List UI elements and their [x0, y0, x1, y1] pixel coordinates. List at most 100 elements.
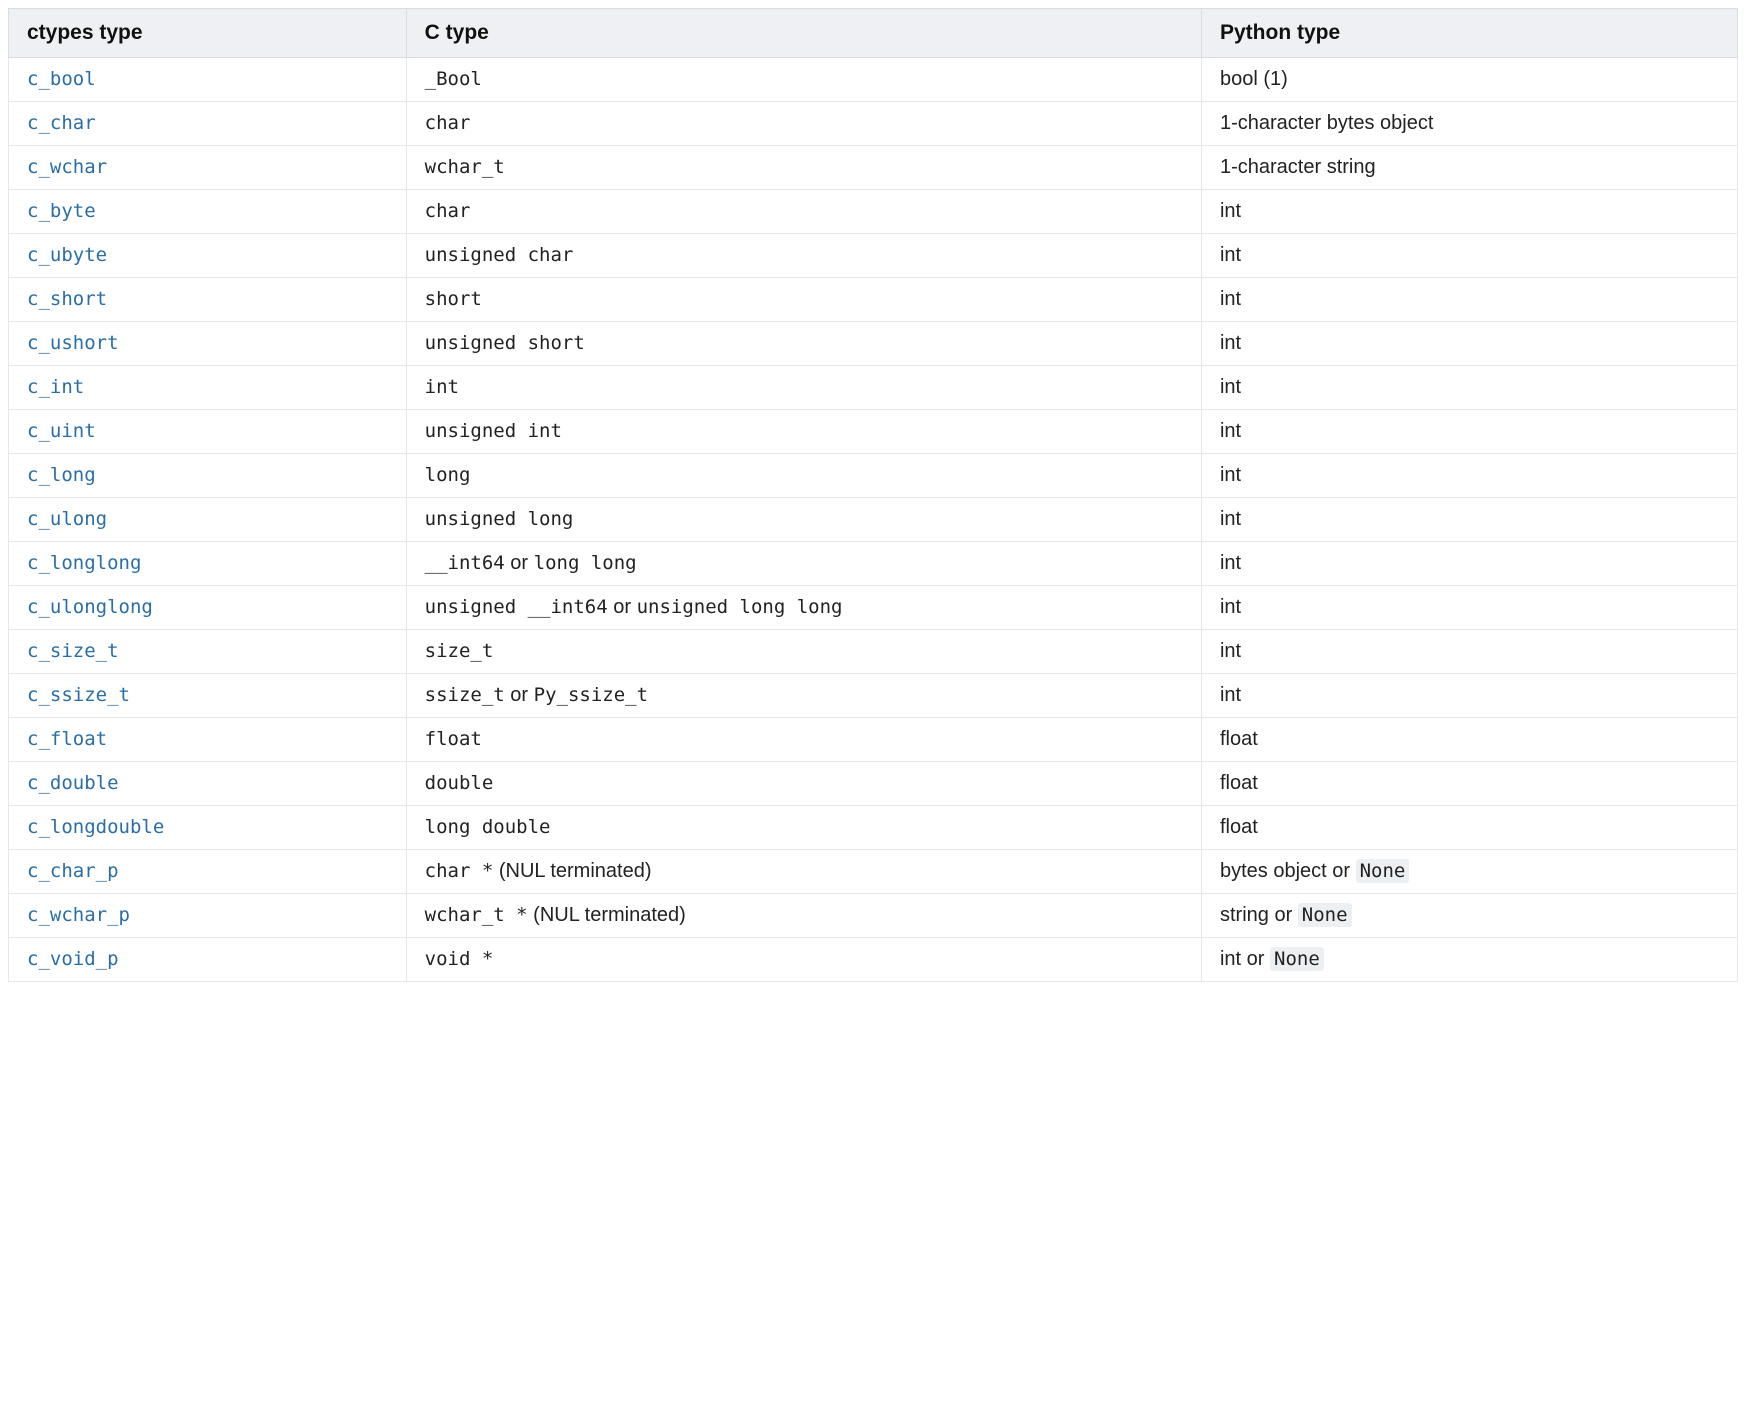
ctypes-type-link[interactable]: c_byte — [27, 200, 96, 222]
cell-python-type: int — [1201, 410, 1737, 454]
ctypes-type-link[interactable]: c_char — [27, 112, 96, 134]
cell-ctypes-type: c_double — [9, 762, 407, 806]
c-type-code: float — [425, 728, 482, 750]
cell-c-type: wchar_t — [406, 146, 1201, 190]
cell-ctypes-type: c_char_p — [9, 850, 407, 894]
c-type-code: __int64 — [425, 552, 505, 574]
c-type-code: unsigned char — [425, 244, 574, 266]
c-type-code: short — [425, 288, 482, 310]
table-row: c_void_p void * int or None — [9, 938, 1738, 982]
ctypes-type-link[interactable]: c_float — [27, 728, 107, 750]
cell-ctypes-type: c_size_t — [9, 630, 407, 674]
ctypes-type-link[interactable]: c_int — [27, 376, 84, 398]
ctypes-type-link[interactable]: c_long — [27, 464, 96, 486]
python-type-text: int — [1220, 464, 1241, 486]
cell-ctypes-type: c_bool — [9, 58, 407, 102]
header-ctypes-type: ctypes type — [9, 9, 407, 58]
c-type-code: void * — [425, 948, 494, 970]
table-row: c_short short int — [9, 278, 1738, 322]
ctypes-type-link[interactable]: c_longdouble — [27, 816, 164, 838]
ctypes-type-link[interactable]: c_ulong — [27, 508, 107, 530]
ctypes-type-link[interactable]: c_ulonglong — [27, 596, 153, 618]
cell-python-type: float — [1201, 718, 1737, 762]
c-type-code: int — [425, 376, 459, 398]
table-row: c_ulong unsigned long int — [9, 498, 1738, 542]
cell-ctypes-type: c_ulonglong — [9, 586, 407, 630]
cell-c-type: char — [406, 102, 1201, 146]
c-type-code: size_t — [425, 640, 494, 662]
python-type-text: int — [1220, 596, 1241, 618]
python-type-text: float — [1220, 728, 1258, 750]
c-type-code: unsigned long — [425, 508, 574, 530]
cell-ctypes-type: c_byte — [9, 190, 407, 234]
ctypes-type-link[interactable]: c_double — [27, 772, 119, 794]
cell-c-type: void * — [406, 938, 1201, 982]
python-type-text: int — [1220, 200, 1241, 222]
table-row: c_longlong__int64 or long longint — [9, 542, 1738, 586]
c-type-code: ssize_t — [425, 684, 505, 706]
python-type-text: 1-character bytes object — [1220, 112, 1433, 134]
ctypes-type-link[interactable]: c_ubyte — [27, 244, 107, 266]
ctypes-type-link[interactable]: c_longlong — [27, 552, 141, 574]
cell-c-type: _Bool — [406, 58, 1201, 102]
cell-c-type: unsigned long — [406, 498, 1201, 542]
python-type-code: None — [1356, 859, 1410, 883]
table-row: c_ushortunsigned shortint — [9, 322, 1738, 366]
python-type-text: int — [1220, 640, 1241, 662]
cell-ctypes-type: c_ushort — [9, 322, 407, 366]
cell-python-type: int — [1201, 190, 1737, 234]
ctypes-type-link[interactable]: c_size_t — [27, 640, 119, 662]
python-type-text: int — [1220, 684, 1241, 706]
cell-python-type: int — [1201, 322, 1737, 366]
c-type-code: char * — [425, 860, 494, 882]
cell-ctypes-type: c_uint — [9, 410, 407, 454]
c-type-code: _Bool — [425, 68, 482, 90]
c-type-code: unsigned int — [425, 420, 562, 442]
python-type-code: None — [1270, 947, 1324, 971]
c-type-code: char — [425, 112, 471, 134]
cell-ctypes-type: c_wchar — [9, 146, 407, 190]
c-type-code: wchar_t — [425, 156, 505, 178]
python-type-text: int — [1220, 508, 1241, 530]
ctypes-types-table: ctypes type C type Python type c_bool _Bo… — [8, 8, 1738, 982]
ctypes-type-link[interactable]: c_uint — [27, 420, 96, 442]
ctypes-type-link[interactable]: c_void_p — [27, 948, 119, 970]
ctypes-type-link[interactable]: c_ushort — [27, 332, 119, 354]
table-row: c_bool _Bool bool (1) — [9, 58, 1738, 102]
c-type-text: or — [608, 596, 637, 618]
ctypes-type-link[interactable]: c_char_p — [27, 860, 119, 882]
cell-c-type: long double — [406, 806, 1201, 850]
table-row: c_wcharwchar_t1-character string — [9, 146, 1738, 190]
cell-python-type: int — [1201, 278, 1737, 322]
c-type-text: (NUL terminated) — [493, 860, 651, 882]
python-type-text: bool (1) — [1220, 68, 1288, 90]
cell-ctypes-type: c_void_p — [9, 938, 407, 982]
python-type-text: int or — [1220, 948, 1270, 970]
table-row: c_char char 1-character bytes object — [9, 102, 1738, 146]
cell-ctypes-type: c_ssize_t — [9, 674, 407, 718]
cell-python-type: int — [1201, 454, 1737, 498]
ctypes-type-link[interactable]: c_short — [27, 288, 107, 310]
header-python-type: Python type — [1201, 9, 1737, 58]
cell-python-type: int — [1201, 498, 1737, 542]
cell-python-type: bool (1) — [1201, 58, 1737, 102]
cell-ctypes-type: c_char — [9, 102, 407, 146]
ctypes-type-link[interactable]: c_ssize_t — [27, 684, 130, 706]
c-type-code: long long — [534, 552, 637, 574]
table-header-row: ctypes type C type Python type — [9, 9, 1738, 58]
c-type-code: double — [425, 772, 494, 794]
table-row: c_ulonglong unsigned __int64 or unsigned … — [9, 586, 1738, 630]
c-type-code: Py_ssize_t — [534, 684, 648, 706]
table-row: c_longdoublelong doublefloat — [9, 806, 1738, 850]
table-row: c_doubledoublefloat — [9, 762, 1738, 806]
cell-python-type: int — [1201, 630, 1737, 674]
cell-python-type: int — [1201, 234, 1737, 278]
cell-c-type: unsigned __int64 or unsigned long long — [406, 586, 1201, 630]
cell-c-type: long — [406, 454, 1201, 498]
cell-c-type: float — [406, 718, 1201, 762]
ctypes-type-link[interactable]: c_bool — [27, 68, 96, 90]
ctypes-type-link[interactable]: c_wchar — [27, 156, 107, 178]
ctypes-type-link[interactable]: c_wchar_p — [27, 904, 130, 926]
cell-ctypes-type: c_int — [9, 366, 407, 410]
python-type-text: int — [1220, 376, 1241, 398]
